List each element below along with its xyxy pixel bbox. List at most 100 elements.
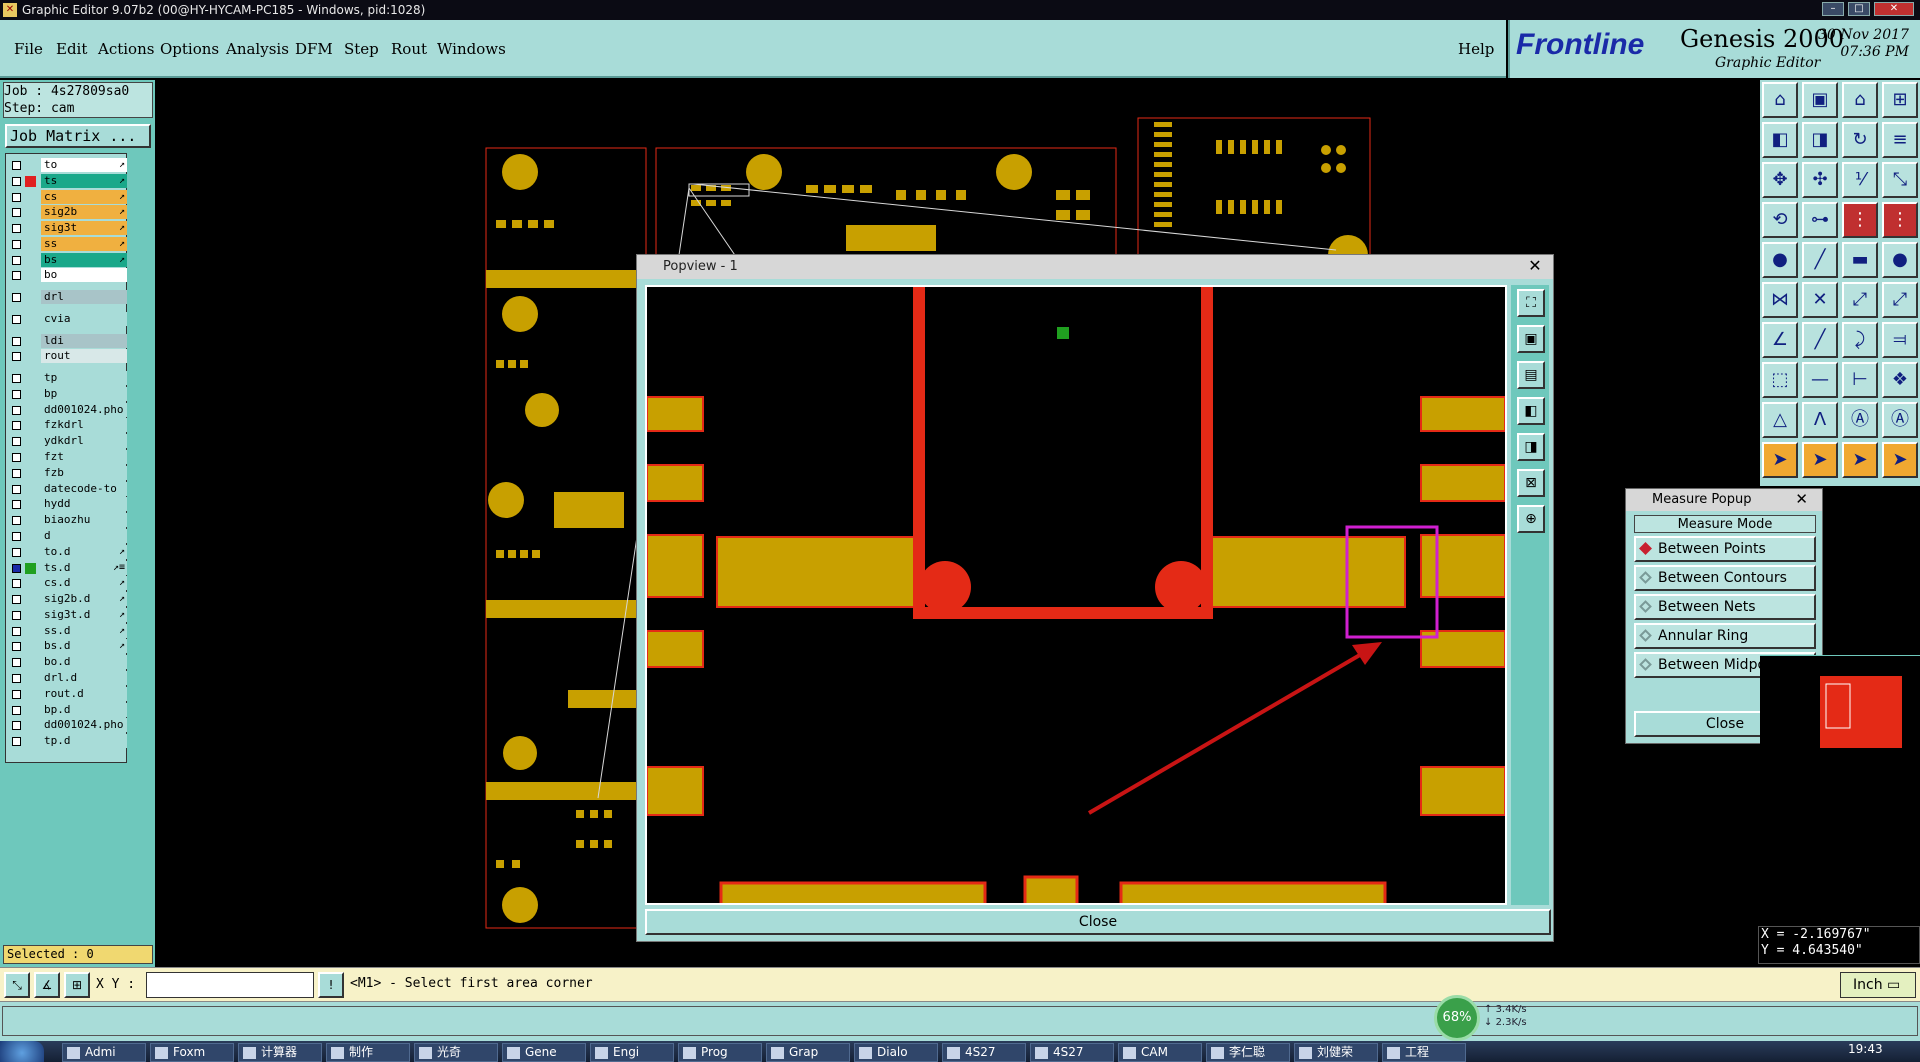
menu-rout[interactable]: Rout [391, 40, 427, 58]
layer-checkbox[interactable] [12, 627, 21, 636]
net-icon[interactable]: ⋮ [1842, 202, 1878, 238]
layer-row[interactable]: sig3t ↗ [8, 221, 128, 235]
layer-checkbox[interactable] [12, 352, 21, 361]
layer-checkbox[interactable] [12, 737, 21, 746]
layer-checkbox[interactable] [12, 500, 21, 509]
taskbar-item[interactable]: 李仁聪 [1206, 1043, 1290, 1062]
arch2-icon[interactable]: Ⓐ [1882, 402, 1918, 438]
layer-name[interactable]: d [41, 529, 127, 543]
redraw-icon[interactable]: ↻ [1842, 122, 1878, 158]
scale-icon[interactable]: ⅟ [1842, 162, 1878, 198]
layer-name[interactable]: ts ↗ [41, 174, 127, 188]
layer-name[interactable]: sig3t.d ↗ [41, 608, 127, 622]
center-icon[interactable]: ✣ [1802, 162, 1838, 198]
measure-option-between-contours[interactable]: Between Contours [1634, 565, 1816, 591]
edge-icon[interactable]: ⤢ [1882, 282, 1918, 318]
pan-right-icon[interactable]: ◨ [1802, 122, 1838, 158]
peak-icon[interactable]: Λ [1802, 402, 1838, 438]
layer-row[interactable]: bs ↗ [8, 253, 128, 267]
measure-option-between-points[interactable]: Between Points [1634, 536, 1816, 562]
layer-checkbox[interactable] [12, 177, 21, 186]
fit-view-icon[interactable]: ⛶ [1517, 289, 1545, 317]
layer-checkbox[interactable] [12, 658, 21, 667]
layer-checkbox[interactable] [12, 208, 21, 217]
pan-left-icon[interactable]: ◧ [1517, 397, 1545, 425]
curve-icon[interactable]: ⤸ [1842, 322, 1878, 358]
layer-name[interactable]: ts.d ↗≡ [41, 561, 127, 575]
layer-name[interactable]: bp [41, 387, 127, 401]
menu-edit[interactable]: Edit [56, 40, 87, 58]
menu-options[interactable]: Options [160, 40, 219, 58]
menu-help[interactable]: Help [1458, 40, 1494, 58]
layer-row[interactable]: fzb [8, 466, 128, 480]
layer-name[interactable]: ss ↗ [41, 237, 127, 251]
layer-checkbox[interactable] [12, 161, 21, 170]
layer-name[interactable]: rout.d [41, 687, 127, 701]
layer-checkbox[interactable] [12, 293, 21, 302]
job-matrix-button[interactable]: Job Matrix ... [5, 124, 151, 148]
fork-icon[interactable]: ⫤ [1882, 322, 1918, 358]
menu-windows[interactable]: Windows [437, 40, 506, 58]
layer-row[interactable]: fzt [8, 450, 128, 464]
layer-name[interactable]: biaozhu [41, 513, 127, 527]
layer-checkbox[interactable] [12, 532, 21, 541]
layer-checkbox[interactable] [12, 406, 21, 415]
cursor-select-icon[interactable]: ➤ [1802, 442, 1838, 478]
snap-angle-icon[interactable]: ∡ [34, 972, 60, 998]
layer-row[interactable]: bo [8, 268, 128, 282]
taskbar-item[interactable]: 4S27 [1030, 1043, 1114, 1062]
rotate-icon[interactable]: ⟲ [1762, 202, 1798, 238]
layer-checkbox[interactable] [12, 595, 21, 604]
taskbar-item[interactable]: 刘健荣 [1294, 1043, 1378, 1062]
layer-name[interactable]: sig3t ↗ [41, 221, 127, 235]
taskbar-item[interactable]: Foxm [150, 1043, 234, 1062]
vertex-icon[interactable]: ⤢ [1842, 282, 1878, 318]
taskbar-item[interactable]: 4S27 [942, 1043, 1026, 1062]
move-icon[interactable]: ⬚ [1762, 362, 1798, 398]
layer-name[interactable]: to ↗ [41, 158, 127, 172]
layer-checkbox[interactable] [12, 240, 21, 249]
layer-name[interactable]: bp.d [41, 703, 127, 717]
layer-row[interactable]: bo.d [8, 655, 128, 669]
slash-icon[interactable]: ╱ [1802, 322, 1838, 358]
layer-name[interactable]: bs.d ↗ [41, 639, 127, 653]
layer-checkbox[interactable] [12, 516, 21, 525]
window-icon[interactable]: ⌂ [1842, 82, 1878, 118]
pan-right-icon[interactable]: ◨ [1517, 433, 1545, 461]
layer-row[interactable]: sig3t.d ↗ [8, 608, 128, 622]
layer-row[interactable]: cvia [8, 312, 128, 326]
layer-row[interactable]: ts.d ↗≡ [8, 561, 128, 575]
layer-row[interactable]: ss.d ↗ [8, 624, 128, 638]
taskbar-item[interactable]: CAM [1118, 1043, 1202, 1062]
layer-checkbox[interactable] [12, 390, 21, 399]
zoom-in-icon[interactable]: ▣ [1517, 325, 1545, 353]
layer-checkbox[interactable] [12, 193, 21, 202]
mini-map[interactable] [1760, 655, 1920, 923]
layer-checkbox[interactable] [12, 469, 21, 478]
layer-checkbox[interactable] [12, 271, 21, 280]
node-icon[interactable]: ⋈ [1762, 282, 1798, 318]
taskbar-item[interactable]: Prog [678, 1043, 762, 1062]
center-icon[interactable]: ⊕ [1517, 505, 1545, 533]
layer-checkbox[interactable] [12, 721, 21, 730]
layer-row[interactable]: d [8, 529, 128, 543]
layer-name[interactable]: dd001024.pho [41, 718, 127, 732]
panes-icon[interactable]: ⊞ [1882, 82, 1918, 118]
alert-icon[interactable]: ! [318, 972, 344, 998]
layer-row[interactable]: ts ↗ [8, 174, 128, 188]
layer-row[interactable]: ss ↗ [8, 237, 128, 251]
pad-icon[interactable]: ● [1762, 242, 1798, 278]
menu-analysis[interactable]: Analysis [226, 40, 289, 58]
minus-icon[interactable]: — [1802, 362, 1838, 398]
taskbar-item[interactable]: Engi [590, 1043, 674, 1062]
layer-checkbox[interactable] [12, 674, 21, 683]
measure-option-annular-ring[interactable]: Annular Ring [1634, 623, 1816, 649]
taskbar-item[interactable]: Dialo [854, 1043, 938, 1062]
taskbar-item[interactable]: 工程 [1382, 1043, 1466, 1062]
layer-name[interactable]: dd001024.pho [41, 403, 127, 417]
menu-actions[interactable]: Actions [98, 40, 154, 58]
layer-name[interactable]: datecode-to [41, 482, 127, 496]
network-usage-badge[interactable]: 68% [1434, 995, 1480, 1041]
layer-row[interactable]: dd001024.pho [8, 718, 128, 732]
layer-checkbox[interactable] [12, 315, 21, 324]
